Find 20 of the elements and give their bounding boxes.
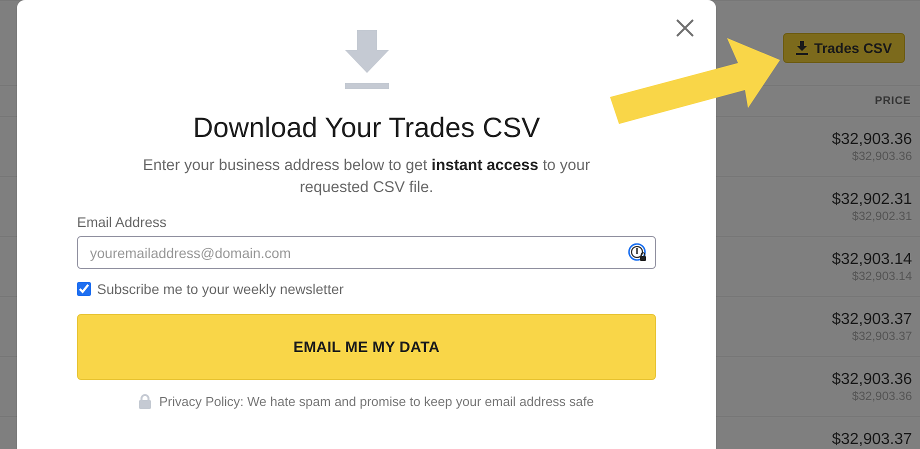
price-value: $32,903.36	[832, 131, 912, 149]
lock-icon	[139, 394, 152, 409]
download-icon	[344, 30, 388, 89]
modal-title: Download Your Trades CSV	[192, 111, 540, 145]
close-icon[interactable]	[676, 19, 694, 37]
price-value: $32,903.14	[832, 251, 912, 269]
newsletter-label: Subscribe me to your weekly newsletter	[97, 281, 344, 297]
field-label: Email Address	[77, 213, 168, 231]
download-icon	[796, 41, 808, 55]
price-value: $32,902.31	[832, 191, 912, 209]
modal-description: Enter your business address below to get instant access to your requested CSV file.	[142, 156, 592, 198]
privacy-note: Privacy Policy: We hate spam and promise to keep your email address safe	[159, 394, 594, 409]
price-value: $32,903.36	[832, 371, 912, 389]
price-value: $32,903.37	[832, 431, 912, 449]
price-value: $32,903.37	[832, 311, 912, 329]
newsletter-checkbox[interactable]	[77, 282, 91, 296]
email-field[interactable]: youremailaddress@domain.com	[77, 236, 656, 269]
password-manager-icon[interactable]	[628, 243, 648, 263]
column-header: PRICE	[874, 95, 911, 107]
email-data-button[interactable]: EMAIL ME MY DATA	[77, 314, 656, 380]
